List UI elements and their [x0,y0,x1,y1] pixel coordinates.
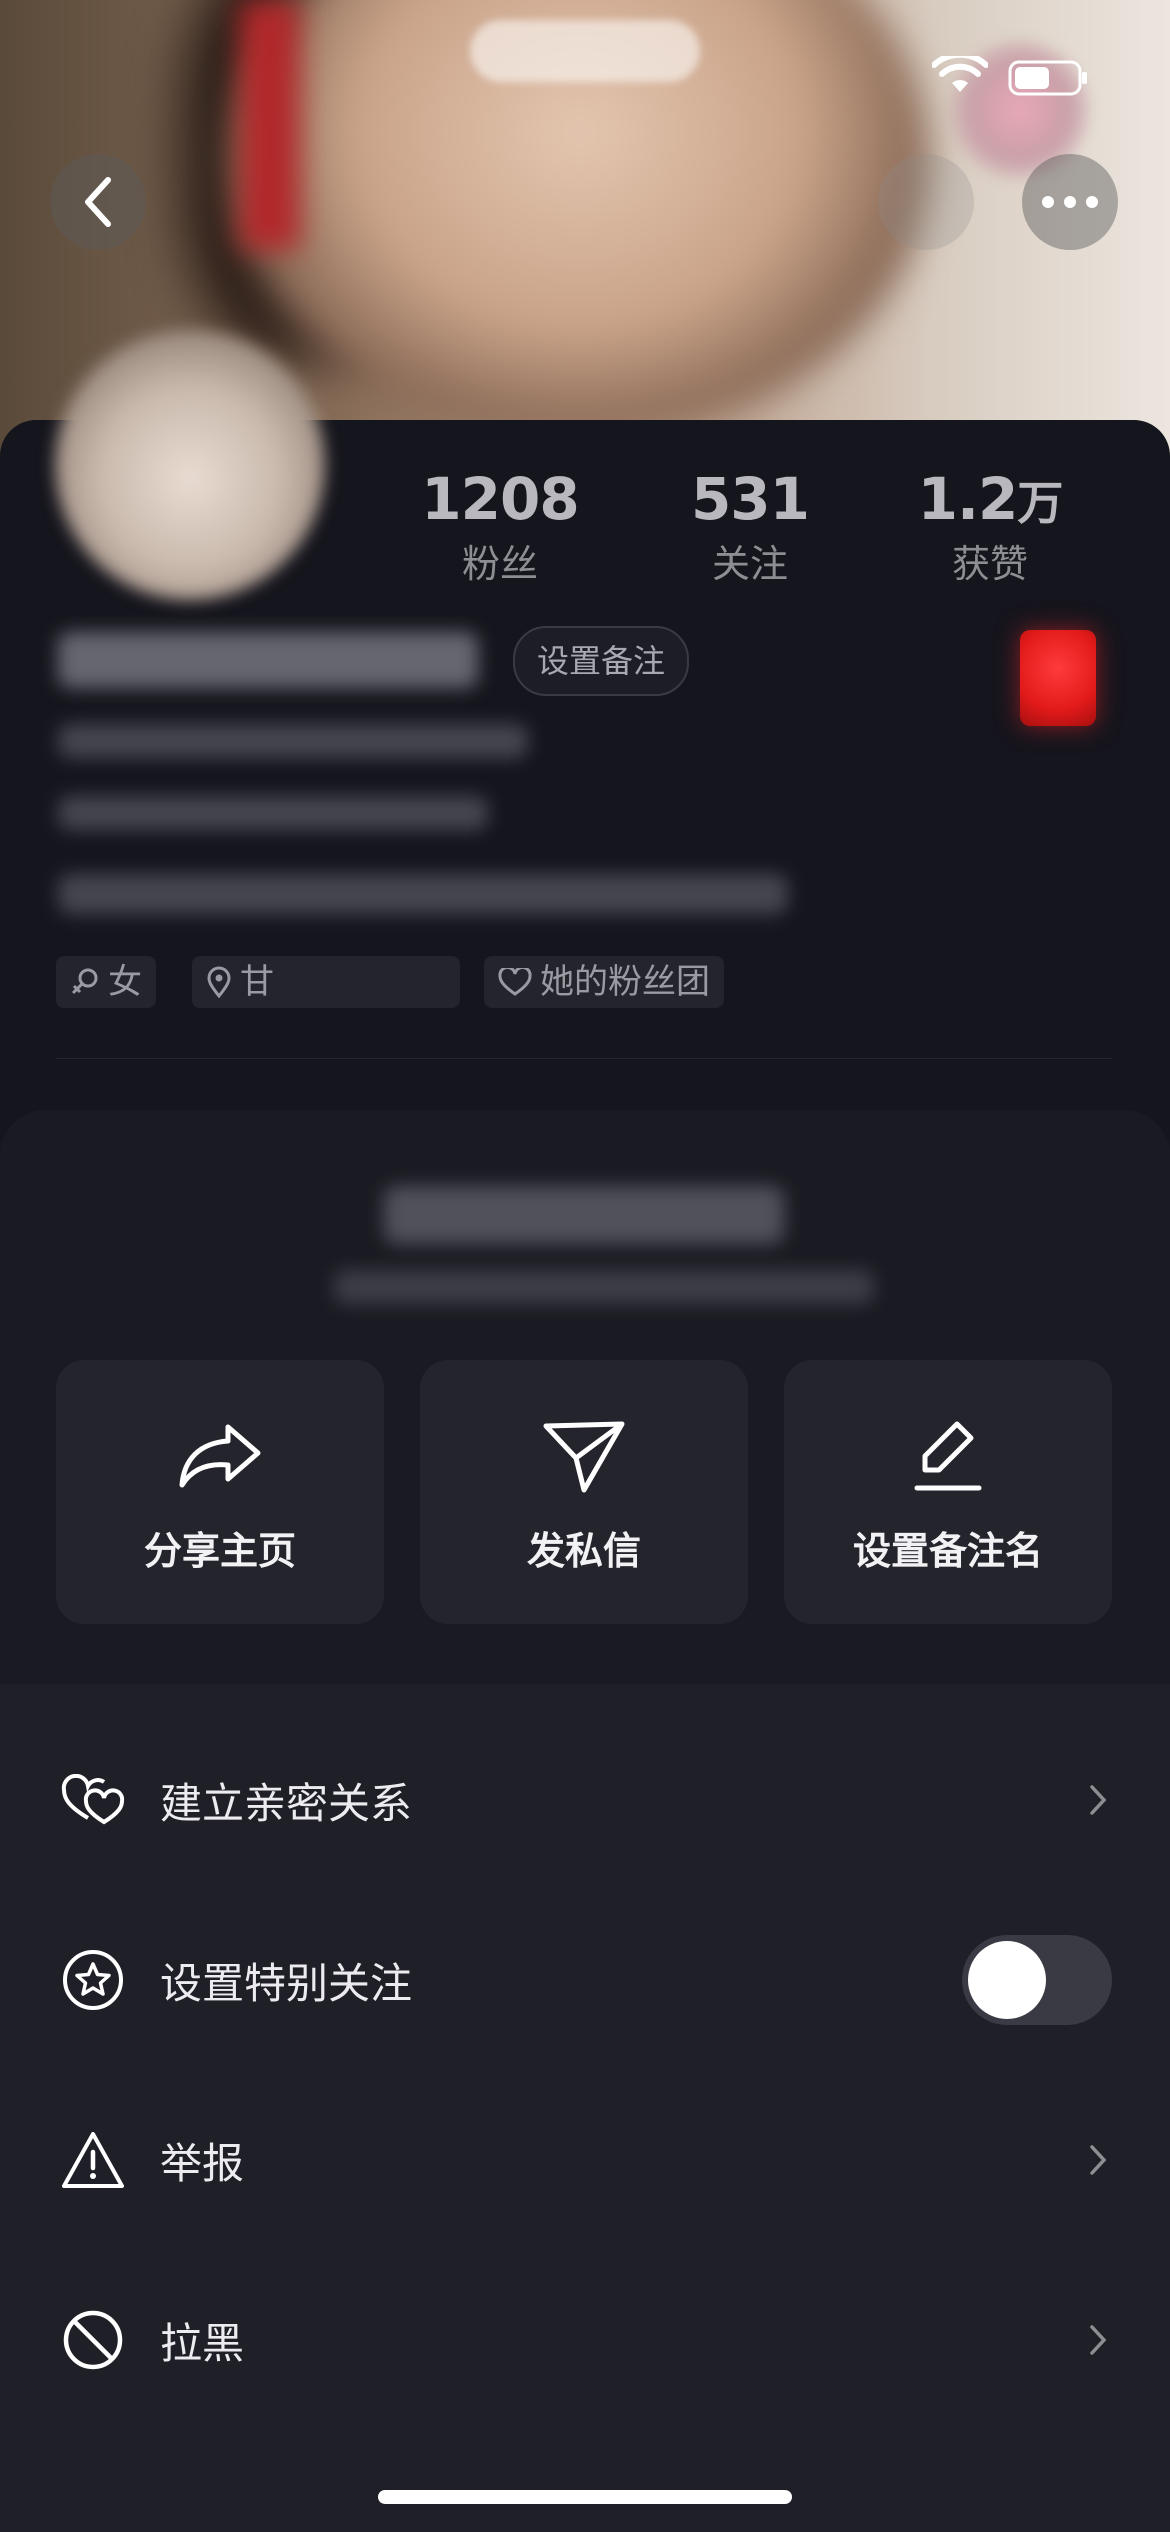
wifi-icon [932,56,988,92]
set-remark-name-button[interactable]: 设置备注名 [784,1360,1112,1624]
stat-number: 1.2 [917,465,1019,533]
stat-value: 1.2万 [890,465,1090,533]
warning-icon [62,2132,124,2188]
back-button[interactable] [50,154,146,250]
location-icon [207,966,231,998]
menu-special-follow: 设置特别关注 [0,1890,1170,2070]
stat-following[interactable]: 531 关注 [650,465,850,588]
menu-label: 设置特别关注 [160,1958,413,2008]
female-icon [71,968,98,995]
search-button[interactable] [878,154,974,250]
stat-label: 粉丝 [461,542,538,586]
menu-label: 举报 [160,2138,245,2188]
send-icon [543,1421,625,1493]
send-message-button[interactable]: 发私信 [420,1360,748,1624]
stat-label: 关注 [711,542,788,586]
share-icon [179,1424,261,1488]
sheet-id-blurred [334,1270,874,1304]
gender-text: 女 [108,962,142,1002]
set-remark-chip[interactable]: 设置备注 [513,626,690,696]
action-label: 设置备注名 [852,1529,1043,1573]
chevron-right-icon [1090,2145,1107,2175]
action-sheet: 分享主页 发私信 设置备注名 建立亲密关系 设置特别关注 举报 拉黑 [0,1110,1170,2532]
menu-label: 建立亲密关系 [160,1778,413,1828]
gender-tag: 女 [56,956,156,1008]
home-indicator[interactable] [378,2490,792,2504]
share-profile-button[interactable]: 分享主页 [56,1360,384,1624]
battery-icon [1008,60,1087,96]
stat-label: 获赞 [951,542,1028,586]
edit-icon [914,1421,982,1491]
fanclub-text: 她的粉丝团 [540,962,710,1002]
toggle-knob [968,1941,1046,2019]
profile-stats: 1208 粉丝 531 关注 1.2万 获赞 [400,465,1120,595]
stat-likes[interactable]: 1.2万 获赞 [890,465,1090,588]
more-button[interactable] [1022,154,1118,250]
status-pill [470,20,700,82]
hearts-icon [61,1774,125,1825]
menu-report[interactable]: 举报 [0,2070,1170,2250]
nickname-blurred [58,632,478,688]
action-label: 发私信 [526,1529,641,1573]
bio-blurred [58,874,788,914]
divider [56,1058,1112,1059]
status-bar [0,0,1170,150]
sheet-nickname-blurred [384,1186,784,1244]
more-icon [1042,196,1098,208]
chevron-left-icon [85,177,111,227]
stat-number: 1208 [421,465,579,533]
chevron-right-icon [1090,2325,1107,2355]
stat-value: 531 [650,465,850,533]
stat-unit: 万 [1017,476,1063,530]
location-tag: 甘 [192,956,460,1008]
stat-fans[interactable]: 1208 粉丝 [400,465,600,588]
user-id-blurred [58,724,528,758]
menu-block[interactable]: 拉黑 [0,2250,1170,2430]
menu-intimate-relation[interactable]: 建立亲密关系 [0,1710,1170,1890]
avatar[interactable] [55,330,325,600]
action-label: 分享主页 [143,1529,296,1573]
chevron-right-icon [1090,1785,1107,1815]
block-icon [63,2310,123,2370]
special-follow-toggle[interactable] [962,1935,1112,2025]
mutual-follow-blurred [58,796,488,830]
red-packet-icon[interactable] [1020,630,1096,726]
star-icon [63,1950,123,2010]
stat-number: 531 [690,465,810,533]
stat-value: 1208 [400,465,600,533]
heart-icon [498,968,532,996]
fanclub-tag[interactable]: 她的粉丝团 [484,956,724,1008]
menu-label: 拉黑 [160,2318,245,2368]
location-text: 甘 [240,962,274,1002]
